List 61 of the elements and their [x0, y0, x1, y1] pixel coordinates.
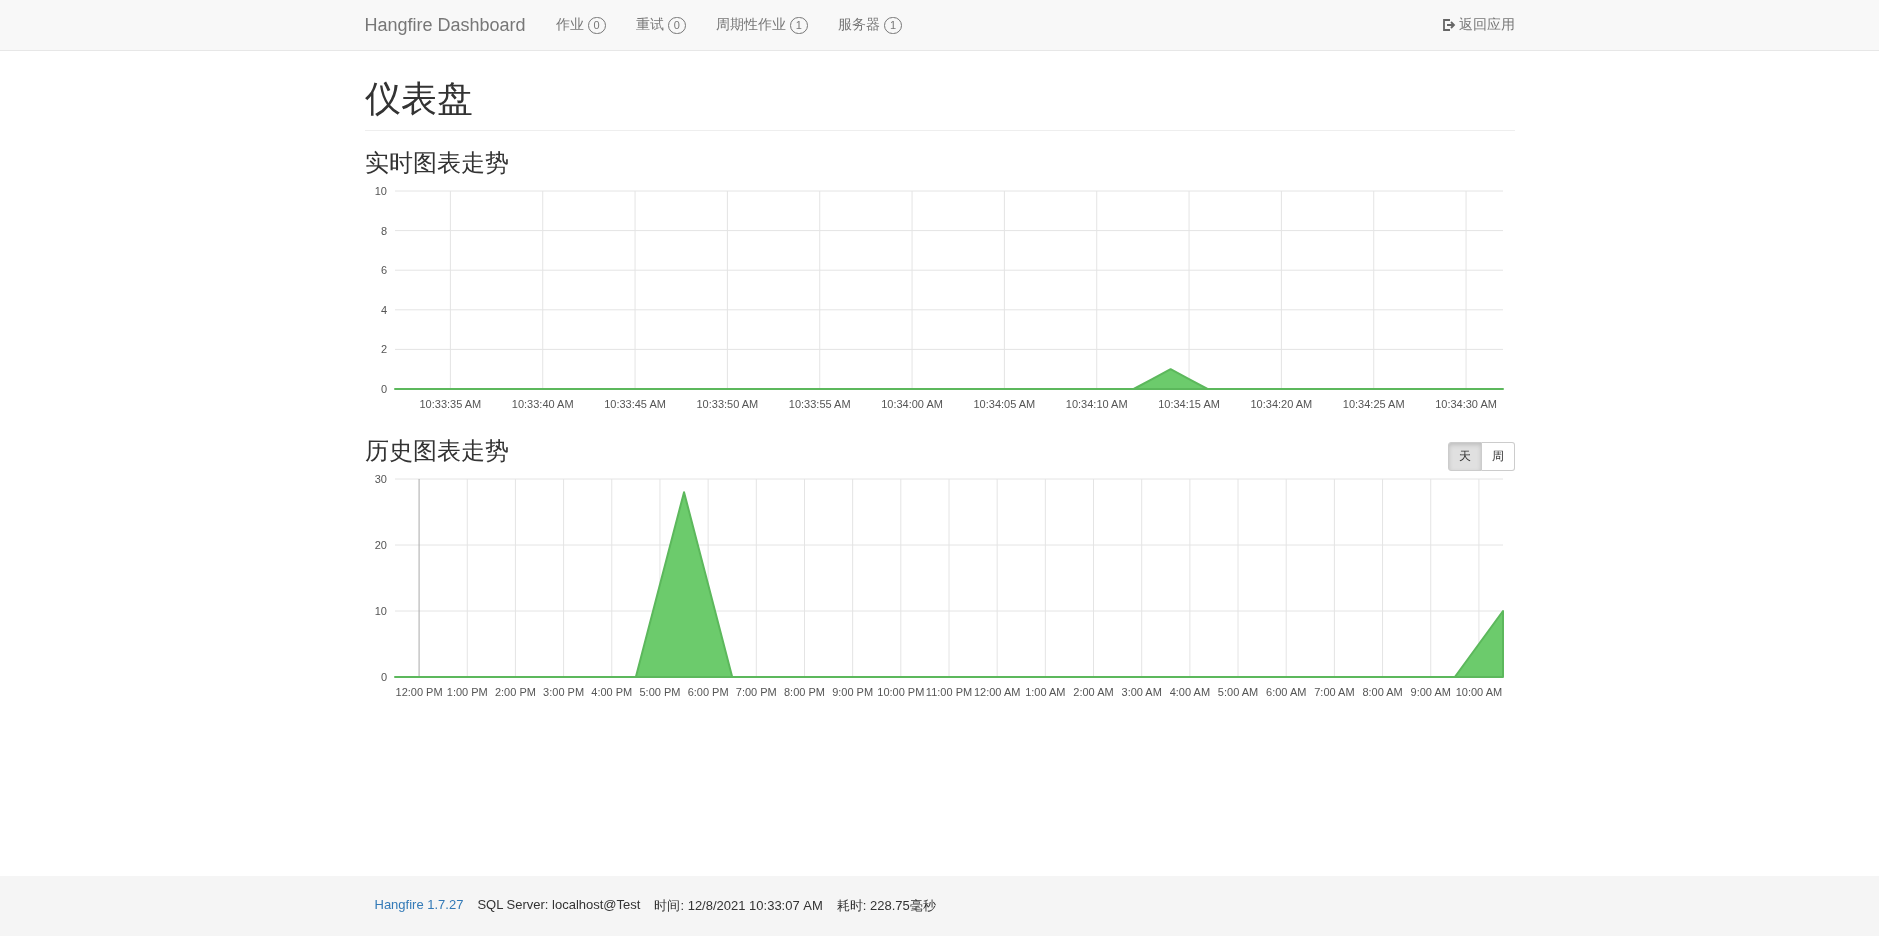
back-link[interactable]: 返回应用: [1441, 16, 1515, 34]
range-button[interactable]: 周: [1481, 442, 1515, 471]
x-tick-label: 4:00 AM: [1169, 686, 1210, 698]
x-tick-label: 10:34:10 AM: [1065, 398, 1128, 410]
x-tick-label: 4:00 PM: [590, 686, 632, 698]
range-button[interactable]: 天: [1447, 442, 1482, 471]
x-tick-label: 2:00 AM: [1072, 686, 1114, 698]
x-tick-label: 10:00 AM: [1455, 686, 1502, 698]
x-tick-label: 11:00 PM: [925, 686, 972, 698]
x-tick-label: 3:00 AM: [1121, 686, 1162, 698]
x-tick-label: 10:34:05 AM: [973, 398, 1035, 410]
x-tick-label: 10:33:55 AM: [788, 398, 851, 410]
nav-link[interactable]: 服务器 1: [838, 16, 903, 34]
x-tick-label: 6:00 AM: [1265, 686, 1306, 698]
nav-link[interactable]: 作业 0: [555, 16, 606, 34]
time-text: 时间: 12/8/2021 10:33:07 AM: [654, 897, 823, 915]
x-tick-label: 10:33:40 AM: [511, 398, 574, 410]
y-tick-label: 8: [380, 224, 387, 237]
x-tick-label: 10:34:30 AM: [1434, 398, 1497, 410]
x-tick-label: 8:00 AM: [1361, 686, 1403, 698]
y-tick-label: 10: [374, 185, 387, 197]
x-tick-label: 1:00 AM: [1024, 686, 1066, 698]
x-tick-label: 6:00 PM: [687, 686, 729, 698]
storage-text: SQL Server: localhost@Test: [477, 897, 641, 914]
x-tick-label: 10:33:45 AM: [603, 398, 666, 410]
x-tick-label: 1:00 PM: [446, 686, 488, 698]
y-tick-label: 20: [374, 539, 387, 551]
section-title: 历史图表走势: [364, 436, 509, 466]
x-tick-label: 9:00 AM: [1410, 686, 1451, 698]
y-tick-label: 6: [380, 264, 387, 277]
page-title: 仪表盘: [364, 75, 1515, 131]
sign-out-icon: [1441, 19, 1456, 31]
x-tick-label: 10:33:50 AM: [696, 398, 758, 410]
x-tick-label: 2:00 PM: [494, 686, 536, 698]
nav-link[interactable]: 周期性作业 1: [715, 16, 808, 34]
x-tick-label: 7:00 AM: [1313, 686, 1355, 698]
x-tick-label: 12:00 AM: [973, 686, 1020, 698]
x-tick-label: 5:00 AM: [1217, 686, 1258, 698]
y-tick-label: 30: [374, 473, 387, 485]
duration-text: 耗时: 228.75毫秒: [836, 897, 936, 915]
y-tick-label: 0: [380, 383, 387, 395]
x-tick-label: 10:00 PM: [876, 686, 924, 698]
x-tick-label: 5:00 PM: [638, 686, 680, 698]
y-tick-label: 4: [380, 303, 387, 316]
x-tick-label: 10:34:25 AM: [1342, 398, 1405, 410]
nav-link[interactable]: 重试 0: [635, 16, 686, 34]
y-tick-label: 2: [380, 343, 387, 356]
y-tick-label: 0: [380, 671, 387, 683]
x-tick-label: 10:34:15 AM: [1157, 398, 1220, 410]
x-tick-label: 9:00 PM: [831, 686, 873, 698]
x-tick-label: 7:00 PM: [735, 686, 777, 698]
section-title: 实时图表走势: [364, 148, 509, 178]
x-tick-label: 12:00 PM: [395, 686, 443, 698]
version-link[interactable]: Hangfire 1.7.27: [374, 897, 464, 915]
x-tick-label: 10:33:35 AM: [419, 398, 481, 410]
x-tick-label: 10:34:00 AM: [880, 398, 943, 410]
y-tick-label: 10: [374, 605, 387, 617]
x-tick-label: 8:00 PM: [783, 686, 825, 698]
brand-link[interactable]: Hangfire Dashboard: [364, 14, 526, 36]
x-tick-label: 10:34:20 AM: [1250, 398, 1312, 410]
x-tick-label: 3:00 PM: [542, 686, 584, 698]
